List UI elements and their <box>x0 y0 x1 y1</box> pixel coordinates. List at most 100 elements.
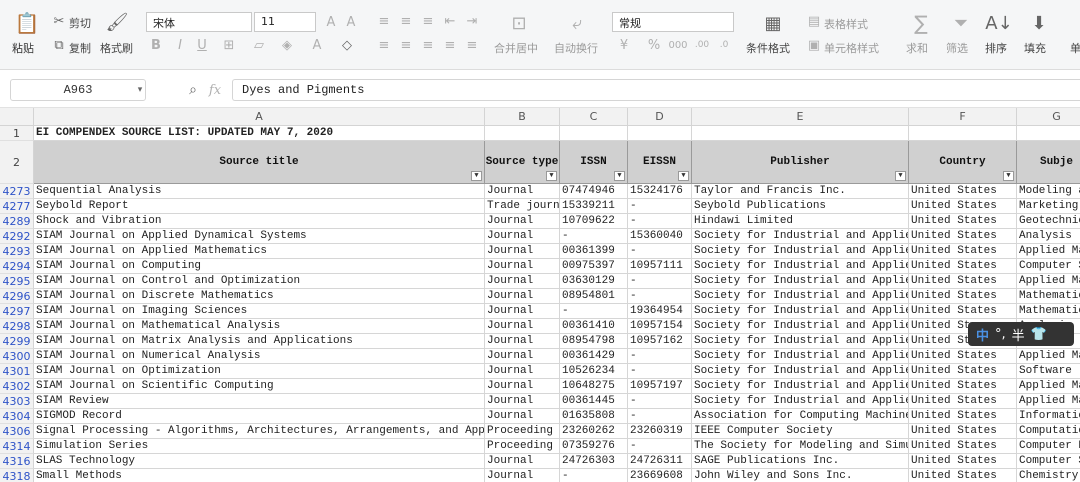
row-header-4314[interactable]: 4314 <box>0 439 34 454</box>
cell-b[interactable]: Journal <box>485 454 560 469</box>
cell-f[interactable]: United States <box>909 274 1017 289</box>
cell-a[interactable]: SIAM Journal on Control and Optimization <box>34 274 485 289</box>
cell-e[interactable]: Association for Computing Machinery <box>692 409 909 424</box>
align-middle-icon[interactable]: ≡ <box>398 12 414 30</box>
row-header-4277[interactable]: 4277 <box>0 199 34 214</box>
row-header-4294[interactable]: 4294 <box>0 259 34 274</box>
cell-b[interactable]: Journal <box>485 214 560 229</box>
cell-c[interactable]: 00361410 <box>560 319 628 334</box>
cell-a[interactable]: SIAM Journal on Computing <box>34 259 485 274</box>
cell-a[interactable]: SLAS Technology <box>34 454 485 469</box>
cell-f[interactable]: United States <box>909 289 1017 304</box>
header-cell-b[interactable]: Source type ▼ <box>485 141 560 184</box>
cell-c[interactable]: - <box>560 469 628 482</box>
merge-center-button[interactable]: 合并居中 <box>494 40 538 56</box>
cell-style-icon[interactable]: ▣ <box>806 36 822 54</box>
filter-dropdown-icon[interactable]: ▼ <box>678 171 689 181</box>
cell-d[interactable]: - <box>628 394 692 409</box>
zoom-search-icon[interactable]: ⌕ <box>184 81 202 99</box>
cell-g[interactable]: Computer S <box>1017 259 1080 274</box>
cell-a[interactable]: Signal Processing - Algorithms, Architec… <box>34 424 485 439</box>
row-header-2[interactable]: 2 <box>0 141 34 184</box>
empty-cell[interactable] <box>909 126 1017 141</box>
cell-b[interactable]: Journal <box>485 364 560 379</box>
justify-icon[interactable]: ≡ <box>442 36 458 54</box>
cell-d[interactable]: - <box>628 214 692 229</box>
cell-g[interactable]: Applied Ma <box>1017 244 1080 259</box>
cell-a[interactable]: SIAM Review <box>34 394 485 409</box>
cell-f[interactable]: United States <box>909 214 1017 229</box>
cell-f[interactable]: United States <box>909 364 1017 379</box>
cell-g[interactable]: Informatio <box>1017 409 1080 424</box>
cell-f[interactable]: United States <box>909 229 1017 244</box>
row-header-4295[interactable]: 4295 <box>0 274 34 289</box>
align-right-icon[interactable]: ≡ <box>420 36 436 54</box>
empty-cell[interactable] <box>692 126 909 141</box>
conditional-format-icon[interactable]: ▦ <box>760 10 786 36</box>
cell-a[interactable]: SIAM Journal on Optimization <box>34 364 485 379</box>
decrease-font-icon[interactable]: A <box>342 12 360 32</box>
cell-e[interactable]: Seybold Publications <box>692 199 909 214</box>
cell-shading-icon[interactable]: ▱ <box>248 36 270 54</box>
sort-icon[interactable]: A↓ <box>985 10 1012 36</box>
column-header-f[interactable]: F <box>909 108 1017 126</box>
ime-skin-icon[interactable]: 👕 <box>1031 327 1047 342</box>
cell-c[interactable]: 00361399 <box>560 244 628 259</box>
column-header-e[interactable]: E <box>692 108 909 126</box>
row-header-1[interactable]: 1 <box>0 126 34 141</box>
cell-d[interactable]: - <box>628 349 692 364</box>
cell-e[interactable]: Society for Industrial and Applied M <box>692 319 909 334</box>
cell-f[interactable]: United States <box>909 439 1017 454</box>
cell-f[interactable]: United States <box>909 454 1017 469</box>
cell-b[interactable]: Journal <box>485 244 560 259</box>
cell-b[interactable]: Proceeding <box>485 424 560 439</box>
cell-a[interactable]: SIAM Journal on Scientific Computing <box>34 379 485 394</box>
cell-d[interactable]: 15360040 <box>628 229 692 244</box>
header-cell-f[interactable]: Country ▼ <box>909 141 1017 184</box>
cell-a[interactable]: SIAM Journal on Matrix Analysis and Appl… <box>34 334 485 349</box>
align-bottom-icon[interactable]: ≡ <box>420 12 436 30</box>
fill-icon[interactable]: ⬇ <box>1026 10 1052 36</box>
cell-d[interactable]: 10957154 <box>628 319 692 334</box>
header-cell-d[interactable]: EISSN ▼ <box>628 141 692 184</box>
header-cell-a[interactable]: Source title ▼ <box>34 141 485 184</box>
column-header-c[interactable]: C <box>560 108 628 126</box>
row-header-4299[interactable]: 4299 <box>0 334 34 349</box>
cell-f[interactable]: United States <box>909 409 1017 424</box>
border-icon[interactable]: ⊞ <box>218 36 240 54</box>
cell-f[interactable]: United States <box>909 394 1017 409</box>
empty-cell[interactable] <box>1017 126 1080 141</box>
cell-d[interactable]: - <box>628 274 692 289</box>
cell-d[interactable]: 10957197 <box>628 379 692 394</box>
cell-a[interactable]: Sequential Analysis <box>34 184 485 199</box>
ime-status-bar[interactable]: 中 °, 半 👕 <box>968 322 1074 346</box>
cut-button[interactable]: 剪切 <box>69 15 91 31</box>
cell-b[interactable]: Proceeding <box>485 439 560 454</box>
indent-decrease-icon[interactable]: ⇤ <box>442 12 458 30</box>
cell-f[interactable]: United States <box>909 424 1017 439</box>
cell-b[interactable]: Journal <box>485 319 560 334</box>
ime-language-indicator[interactable]: 中 <box>976 325 989 344</box>
cell-g[interactable]: Applied Ma <box>1017 394 1080 409</box>
cell-c[interactable]: 00361445 <box>560 394 628 409</box>
cell-b[interactable]: Journal <box>485 334 560 349</box>
cell-f[interactable]: United States <box>909 244 1017 259</box>
cell-d[interactable]: - <box>628 409 692 424</box>
cell-d[interactable]: - <box>628 244 692 259</box>
cell-e[interactable]: Taylor and Francis Inc. <box>692 184 909 199</box>
merge-center-icon[interactable]: ⊡ <box>506 10 532 36</box>
cell-b[interactable]: Journal <box>485 184 560 199</box>
align-left-icon[interactable]: ≡ <box>376 36 392 54</box>
cell-g[interactable]: Modeling a <box>1017 184 1080 199</box>
cell-g[interactable]: Applied Ma <box>1017 379 1080 394</box>
wrap-text-icon[interactable]: ⤶ <box>564 10 590 36</box>
name-box-dropdown-icon[interactable]: ▾ <box>135 83 145 97</box>
row-header-4292[interactable]: 4292 <box>0 229 34 244</box>
cell-c[interactable]: 07474946 <box>560 184 628 199</box>
percent-icon[interactable]: % <box>644 36 664 54</box>
cell-f[interactable]: United States <box>909 469 1017 482</box>
cell-b[interactable]: Trade journa <box>485 199 560 214</box>
align-center-icon[interactable]: ≡ <box>398 36 414 54</box>
row-header-4297[interactable]: 4297 <box>0 304 34 319</box>
sum-button[interactable]: 求和 <box>906 40 928 56</box>
